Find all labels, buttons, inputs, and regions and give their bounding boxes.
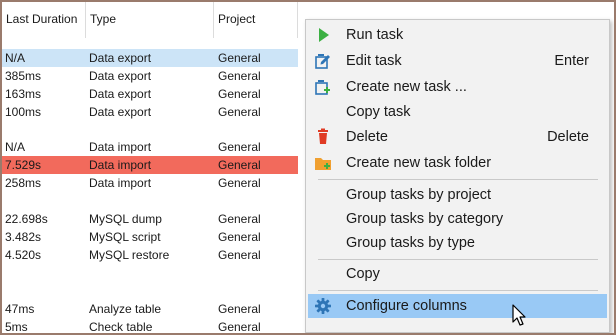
menu-item-label: Copy — [346, 266, 380, 282]
table-row[interactable]: 5ms Check table General — [2, 318, 298, 334]
menu-item-label: Edit task — [346, 53, 402, 69]
menu-item-label: Delete — [346, 129, 388, 145]
menu-item-label: Create new task ... — [346, 79, 467, 95]
cell-project: General — [218, 212, 261, 226]
cell-project: General — [218, 176, 261, 190]
cell-project: General — [218, 69, 261, 83]
menu-item-label: Run task — [346, 27, 404, 43]
menu-item-label: Group tasks by project — [346, 187, 492, 203]
cell-type: MySQL restore — [89, 248, 170, 262]
table-header: Last Duration Type Project — [2, 2, 302, 38]
cell-type: Data import — [89, 158, 152, 172]
cell-duration: 163ms — [5, 87, 42, 101]
table-row[interactable]: 4.520s MySQL restore General — [2, 246, 298, 264]
cell-type: Data export — [89, 69, 152, 83]
task-table: Last Duration Type Project N/A Data expo… — [2, 2, 302, 334]
table-row[interactable]: 22.698s MySQL dump General — [2, 210, 298, 228]
table-row[interactable]: 163ms Data export General — [2, 85, 298, 103]
trash-icon — [314, 128, 332, 146]
cell-type: MySQL dump — [89, 212, 162, 226]
cell-duration: 258ms — [5, 176, 42, 190]
cell-project: General — [218, 140, 261, 154]
table-row[interactable]: 3.482s MySQL script General — [2, 228, 298, 246]
table-row[interactable]: 47ms Analyze table General — [2, 300, 298, 318]
cell-type: Data import — [89, 140, 152, 154]
cell-duration: 5ms — [5, 320, 28, 334]
cell-project: General — [218, 105, 261, 119]
menu-item-group-by-type[interactable]: Group tasks by type — [308, 231, 607, 255]
menu-item-copy-task[interactable]: Copy task — [308, 100, 607, 124]
create-task-icon — [314, 78, 332, 96]
menu-separator — [318, 259, 598, 260]
context-menu: Run task Edit task Enter Create new task… — [305, 19, 610, 333]
cell-type: Analyze table — [89, 302, 162, 316]
cell-project: General — [218, 51, 261, 65]
cell-type: Check table — [89, 320, 153, 334]
menu-item-run-task[interactable]: Run task — [308, 23, 607, 47]
menu-item-label: Create new task folder — [346, 155, 492, 171]
menu-separator — [318, 290, 598, 291]
table-row[interactable]: N/A Data export General — [2, 49, 298, 67]
cell-type: Data export — [89, 105, 152, 119]
menu-item-label: Group tasks by category — [346, 211, 504, 227]
menu-item-label: Configure columns — [346, 298, 467, 314]
menu-item-delete[interactable]: Delete Delete — [308, 125, 607, 149]
table-row[interactable]: 100ms Data export General — [2, 103, 298, 121]
cell-project: General — [218, 320, 261, 334]
new-folder-icon — [314, 154, 332, 172]
column-header-project[interactable]: Project — [214, 2, 298, 38]
menu-item-edit-task[interactable]: Edit task Enter — [308, 49, 607, 73]
cell-duration: N/A — [5, 51, 26, 65]
table-row[interactable]: 385ms Data export General — [2, 67, 298, 85]
cell-duration: 7.529s — [5, 158, 42, 172]
menu-item-create-new-task[interactable]: Create new task ... — [308, 75, 607, 99]
cell-duration: 4.520s — [5, 248, 42, 262]
cell-type: Data export — [89, 87, 152, 101]
cell-duration: 100ms — [5, 105, 42, 119]
column-header-last-duration[interactable]: Last Duration — [2, 2, 86, 38]
cell-type: MySQL script — [89, 230, 161, 244]
column-header-type[interactable]: Type — [86, 2, 214, 38]
menu-item-group-by-category[interactable]: Group tasks by category — [308, 207, 607, 231]
table-row[interactable]: 7.529s Data import General — [2, 156, 298, 174]
app-window: Last Duration Type Project N/A Data expo… — [0, 0, 616, 335]
cell-type: Data import — [89, 176, 152, 190]
cell-type: Data export — [89, 51, 152, 65]
table-row[interactable]: N/A Data import General — [2, 138, 298, 156]
menu-item-group-by-project[interactable]: Group tasks by project — [308, 183, 607, 207]
cell-duration: 22.698s — [5, 212, 48, 226]
edit-task-icon — [314, 52, 332, 70]
menu-separator — [318, 179, 598, 180]
cell-duration: 3.482s — [5, 230, 42, 244]
mouse-cursor-icon — [512, 304, 528, 328]
cell-duration: N/A — [5, 140, 26, 154]
cell-project: General — [218, 230, 261, 244]
menu-item-label: Group tasks by type — [346, 235, 475, 251]
gear-icon — [314, 297, 332, 315]
menu-item-shortcut: Enter — [554, 53, 589, 69]
menu-item-shortcut: Delete — [547, 129, 589, 145]
cell-project: General — [218, 158, 261, 172]
table-row[interactable]: 258ms Data import General — [2, 174, 298, 192]
run-icon — [314, 26, 332, 44]
cell-duration: 385ms — [5, 69, 42, 83]
menu-item-create-task-folder[interactable]: Create new task folder — [308, 151, 607, 175]
menu-item-copy[interactable]: Copy — [308, 262, 607, 286]
menu-item-configure-columns[interactable]: Configure columns — [308, 294, 607, 318]
cell-project: General — [218, 248, 261, 262]
cell-project: General — [218, 302, 261, 316]
cell-duration: 47ms — [5, 302, 35, 316]
cell-project: General — [218, 87, 261, 101]
menu-item-label: Copy task — [346, 104, 411, 120]
